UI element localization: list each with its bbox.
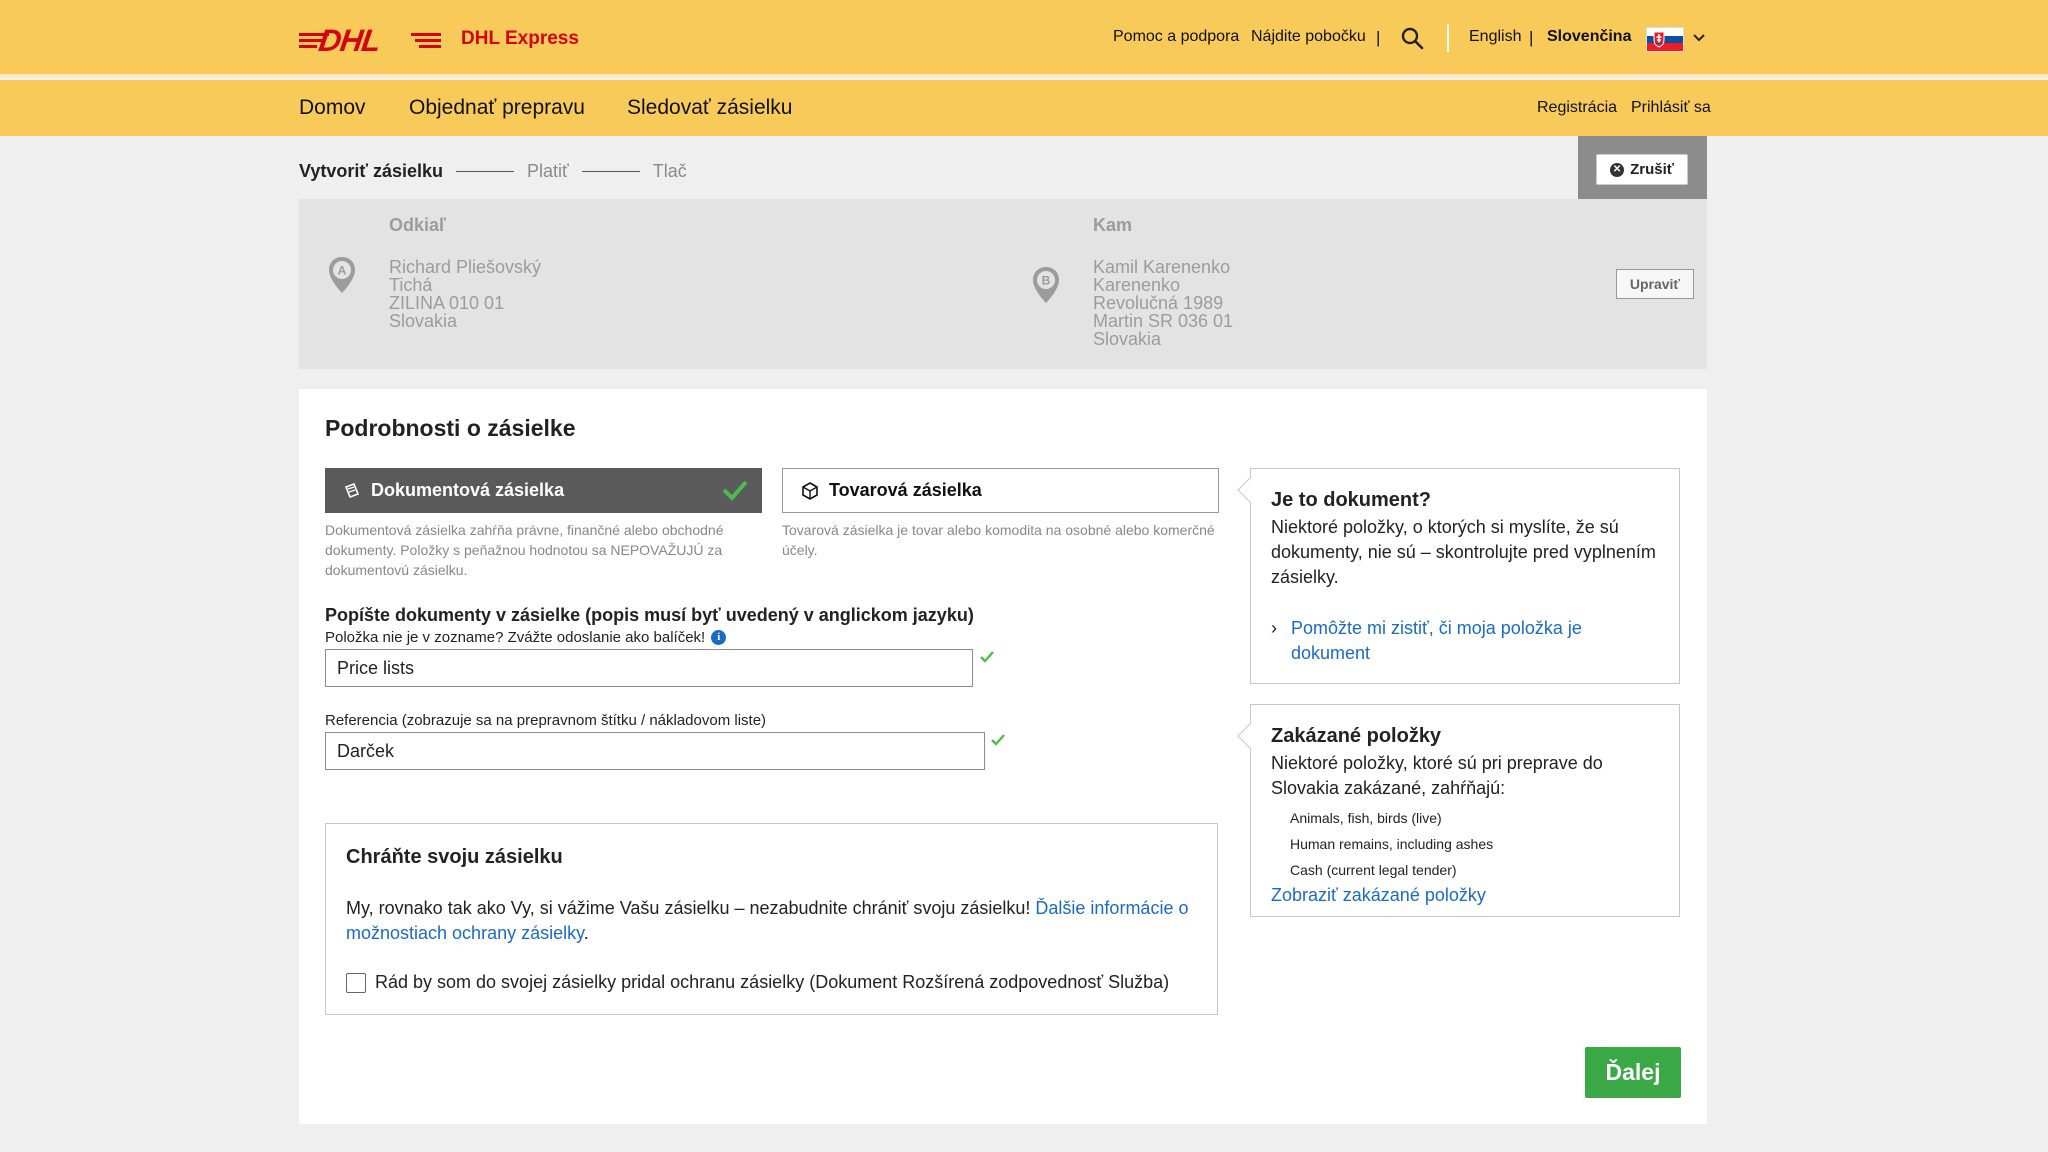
protection-checkbox-row[interactable]: Rád by som do svojej zásielky pridal och… [346,972,1169,993]
step-create-shipment: Vytvoriť zásielku [299,160,444,181]
prohibited-items-box: Zakázané položky Niektoré položky, ktoré… [1237,704,1680,917]
edit-button[interactable]: Upraviť [1616,269,1694,299]
box-pointer [1237,477,1263,503]
find-location-link[interactable]: Nájdite pobočku [1251,28,1366,46]
cancel-button[interactable]: ✕ Zrušiť [1596,154,1688,185]
svg-text:A: A [338,264,347,278]
goods-shipment-option[interactable]: Tovarová zásielka [782,468,1219,513]
is-it-document-text: Niektoré položky, o ktorých si myslíte, … [1271,517,1656,587]
from-line: ZILINA 010 01 [389,293,505,313]
from-line: Tichá [389,275,433,295]
describe-sublabel-text: Položka nie je v zozname? Zvážte odoslan… [325,629,706,646]
goods-shipment-label: Tovarová zásielka [829,480,982,500]
protection-title: Chráňte svoju zásielku [346,846,563,868]
reference-input[interactable] [325,732,985,770]
to-line: Kamil Karenenko [1093,257,1231,277]
package-icon [802,481,818,500]
nav-order-shipment[interactable]: Objednať prepravu [409,96,585,120]
info-icon[interactable]: i [711,630,727,645]
list-item: Cash (current legal tender) [1290,862,1457,878]
goods-shipment-help: Tovarová zásielka je tovar alebo komodit… [782,522,1215,558]
to-line: Revolučná 1989 [1093,293,1224,313]
from-heading: Odkiaľ [389,215,446,235]
cancel-panel: ✕ Zrušiť [1578,136,1707,205]
slovakia-flag-icon[interactable] [1646,27,1684,52]
document-description-input[interactable] [325,649,973,687]
from-address: Odkiaľ Richard Pliešovský Tichá ZILINA 0… [389,215,541,330]
step-connector [581,170,640,172]
separator: | [1376,28,1381,47]
check-icon [722,480,748,501]
describe-documents-sublabel: Položka nie je v zozname? Zvážte odoslan… [325,629,727,646]
address-summary: A Odkiaľ Richard Pliešovský Tichá ZILINA… [299,199,1707,369]
main-nav: Domov Objednať prepravu Sledovať zásielk… [0,80,2048,136]
search-icon[interactable] [1400,26,1424,50]
dhl-logo-mark: DHL [299,23,441,58]
nav-home[interactable]: Domov [299,96,366,120]
page-title: Podrobnosti o zásielke [325,415,576,441]
to-line: Slovakia [1093,329,1162,349]
shipment-details-card: Podrobnosti o zásielke Dokumentová zásie… [299,389,1707,1124]
describe-documents-label: Popíšte dokumenty v zásielke (popis musí… [325,605,974,625]
cancel-label: Zrušiť [1630,161,1674,178]
show-prohibited-items-link[interactable]: Zobraziť zakázané položky [1271,885,1659,906]
document-shipment-label: Dokumentová zásielka [371,480,565,500]
list-item: Human remains, including ashes [1290,836,1494,852]
protection-checkbox[interactable] [346,972,366,993]
separator: | [1529,28,1534,47]
protection-section: Chráňte svoju zásielku My, rovnako tak a… [325,823,1218,1015]
to-heading: Kam [1093,215,1133,235]
valid-check-icon [980,651,994,663]
step-connector [456,170,515,172]
chevron-down-icon[interactable] [1693,33,1705,43]
protection-text: My, rovnako tak ako Vy, si vážime Vašu z… [346,898,1189,943]
language-english-link[interactable]: English [1469,28,1521,46]
from-line: Slovakia [389,311,458,331]
document-shipment-help: Dokumentová zásielka zahŕňa právne, fina… [325,522,724,578]
register-link[interactable]: Registrácia [1537,99,1617,117]
dhl-logo[interactable]: DHL DHL Express [299,23,579,58]
protection-checkbox-label: Rád by som do svojej zásielky pridal och… [375,972,1170,992]
prohibited-items-list: Animals, fish, birds (live) Human remain… [1271,805,1659,883]
to-address: Kam Kamil Karenenko Karenenko Revolučná … [1093,215,1233,348]
to-line: Karenenko [1093,275,1181,295]
document-icon [344,482,360,498]
reference-label: Referencia (zobrazuje sa na prepravnom š… [325,712,767,729]
step-print: Tlač [652,160,687,181]
language-slovak-link[interactable]: Slovenčina [1547,28,1631,46]
help-support-link[interactable]: Pomoc a podpora [1113,28,1239,46]
prohibited-items-title: Zakázané položky [1271,725,1442,747]
login-link[interactable]: Prihlásiť sa [1631,99,1711,117]
list-item: Animals, fish, birds (live) [1290,810,1442,826]
divider [1447,24,1449,52]
prohibited-items-text: Niektoré položky, ktoré sú pri preprave … [1271,753,1603,798]
next-button[interactable]: Ďalej [1585,1047,1681,1098]
to-line: Martin SR 036 01 [1093,311,1234,331]
dhl-express-label: DHL Express [461,28,579,49]
from-line: Richard Pliešovský [389,257,542,277]
valid-check-icon [991,734,1005,746]
document-help-link-label: Pomôžte mi zistiť, či moja položka je do… [1291,618,1582,663]
nav-track-shipment[interactable]: Sledovať zásielku [627,96,792,120]
top-header: DHL DHL Express Pomoc a podpora Nájdite … [0,0,2048,77]
location-pin-a-icon: A [329,257,355,293]
is-it-document-title: Je to dokument? [1271,489,1432,511]
svg-text:B: B [1042,274,1051,288]
is-it-document-box: Je to dokument? Niektoré položky, o ktor… [1237,468,1680,684]
document-shipment-option[interactable]: Dokumentová zásielka [325,468,762,513]
chevron-right-icon: › [1271,618,1277,638]
box-pointer [1237,723,1263,749]
step-pay: Platiť [527,160,569,181]
location-pin-b-icon: B [1033,267,1059,303]
close-circle-icon: ✕ [1610,162,1625,177]
document-help-link[interactable]: › Pomôžte mi zistiť, či moja položka je … [1271,616,1659,666]
progress-steps: Vytvoriť zásielku Platiť Tlač [299,160,687,182]
